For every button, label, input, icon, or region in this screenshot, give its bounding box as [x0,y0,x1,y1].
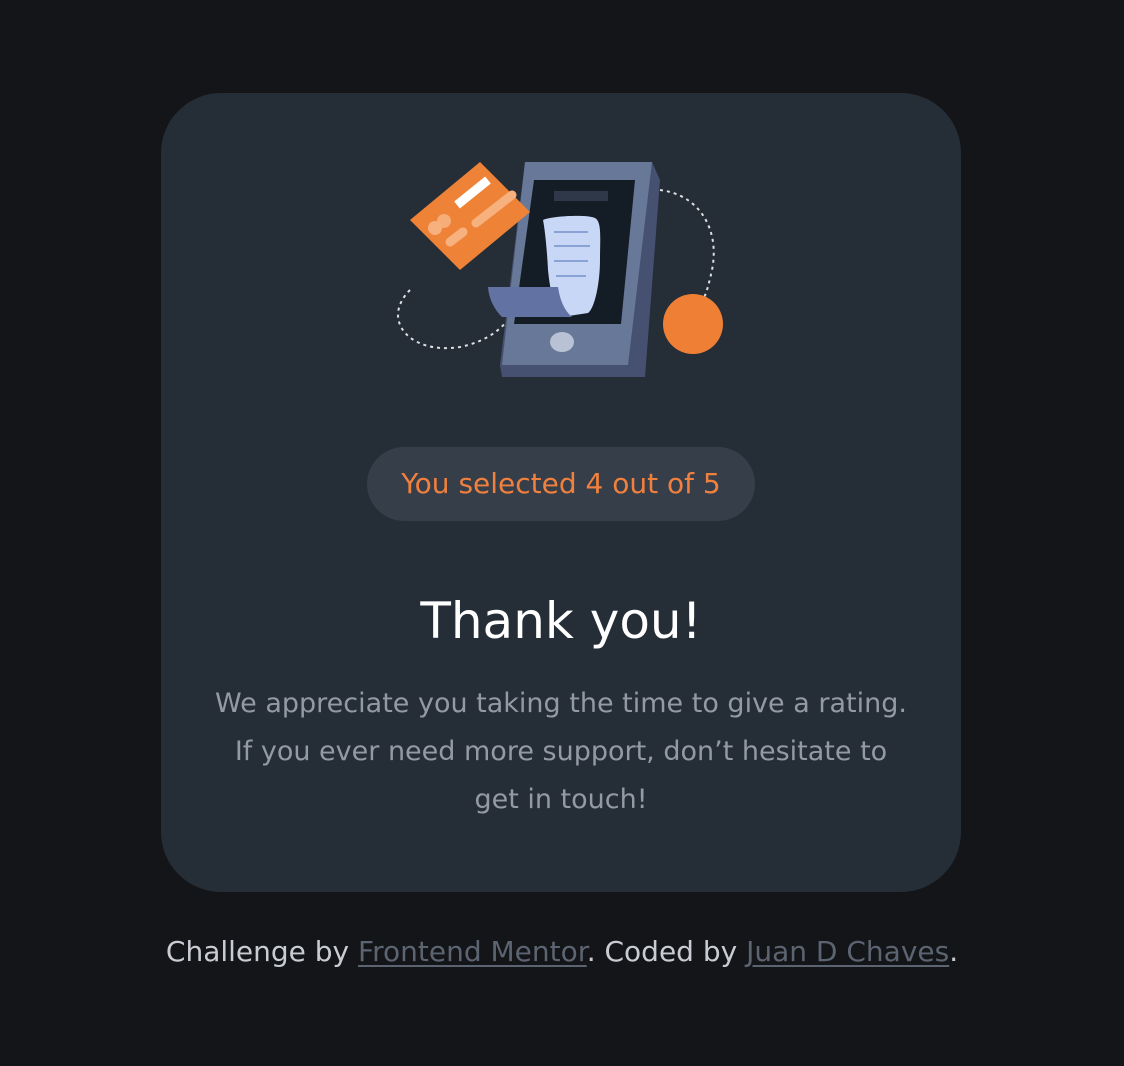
message-line: If you ever need more support, don’t hes… [234,736,888,767]
coded-prefix: . Coded by [586,935,747,968]
payment-receipt-illustration [397,162,723,377]
attribution-footer: Challenge by Frontend Mentor. Coded by J… [0,930,1124,974]
page: You selected 4 out of 5 Thank you! We ap… [0,0,1124,1066]
attribution-suffix: . [949,935,959,968]
rating-result-badge: You selected 4 out of 5 [367,447,755,521]
author-link[interactable]: Juan D Chaves [746,935,949,968]
message-line: We appreciate you taking the time to giv… [215,688,907,719]
message-line: get in touch! [474,784,648,815]
thank-you-title: Thank you! [420,592,702,650]
frontend-mentor-link[interactable]: Frontend Mentor [358,935,587,968]
thank-you-message: We appreciate you taking the time to giv… [211,680,911,824]
challenge-prefix: Challenge by [165,935,359,968]
